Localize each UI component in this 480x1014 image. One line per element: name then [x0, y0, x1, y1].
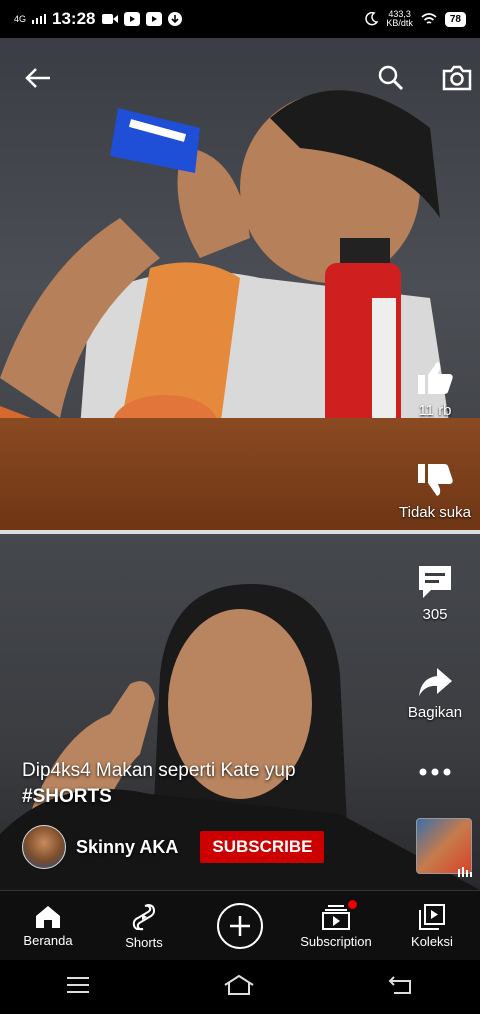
return-icon [388, 975, 411, 994]
subscriptions-icon [322, 904, 350, 930]
more-dots-icon [419, 768, 451, 776]
home-system-button[interactable] [223, 974, 255, 1001]
nav-item-beranda[interactable]: Beranda [3, 905, 93, 948]
share-icon [419, 668, 452, 696]
back-arrow-icon [25, 68, 50, 88]
nav-item-create[interactable] [195, 903, 285, 949]
download-notification-icon [167, 12, 182, 26]
back-system-button[interactable] [388, 975, 414, 1000]
nav-item-koleksi[interactable]: Koleksi [387, 903, 477, 949]
shorts-icon [132, 903, 156, 930]
speed-unit: KB/dtk [386, 18, 413, 28]
back-button[interactable] [20, 60, 56, 96]
network-speed: 433,3 KB/dtk [386, 10, 413, 28]
create-button[interactable] [217, 903, 263, 949]
nav-label-beranda: Beranda [23, 932, 73, 948]
system-navigation-bar [0, 960, 480, 1014]
sound-thumbnail[interactable] [416, 818, 472, 874]
status-right: 433,3 KB/dtk 78 [364, 10, 466, 28]
status-bar: 4G 13:28 433,3 KB/dtk 78 [0, 0, 480, 38]
create-icon [230, 916, 250, 936]
like-count: 11 rb [418, 402, 452, 419]
moon-icon [365, 12, 379, 26]
dislike-button[interactable]: Tidak suka [390, 462, 480, 521]
channel-row: Skinny AKA SUBSCRIBE [22, 825, 325, 869]
comment-button[interactable]: 305 [390, 564, 480, 623]
like-button[interactable]: 11 rb [390, 360, 480, 419]
thumbs-down-icon [418, 464, 453, 496]
thumbs-up-icon [418, 362, 453, 394]
caption-hashtag[interactable]: #SHORTS [22, 784, 296, 810]
caption-title: Dip4ks4 Makan seperti Kate yup [22, 760, 296, 781]
video-caption[interactable]: Dip4ks4 Makan seperti Kate yup #SHORTS [22, 758, 296, 810]
subscribe-button[interactable]: SUBSCRIBE [200, 831, 325, 863]
youtube-notification-icon [123, 12, 140, 26]
library-icon [419, 903, 445, 930]
more-options-button[interactable] [390, 766, 480, 778]
menu-icon [67, 976, 90, 993]
battery-indicator: 78 [444, 11, 466, 27]
wifi-icon [421, 13, 437, 24]
action-column: 11 rb Tidak suka 305 Bagikan [390, 38, 480, 890]
nav-label-koleksi: Koleksi [411, 933, 453, 949]
bottom-navigation: Beranda Shorts Subscription Koleksi [0, 890, 480, 961]
home-icon [36, 905, 60, 928]
share-button[interactable]: Bagikan [390, 666, 480, 721]
nav-label-subscription: Subscription [300, 933, 372, 949]
recent-apps-button[interactable] [66, 976, 90, 999]
channel-avatar[interactable] [22, 825, 66, 869]
nav-item-shorts[interactable]: Shorts [99, 903, 189, 950]
clock: 13:28 [52, 9, 96, 28]
status-left: 4G 13:28 [14, 9, 182, 29]
audio-wave-icon [458, 867, 472, 880]
nav-item-subscription[interactable]: Subscription [291, 899, 381, 949]
youtube-notification-icon-2 [145, 12, 162, 26]
channel-name[interactable]: Skinny AKA [76, 837, 178, 858]
share-label: Bagikan [407, 704, 463, 721]
network-indicator: 4G [14, 14, 27, 24]
comment-icon [419, 566, 451, 598]
comment-count: 305 [422, 606, 448, 623]
dislike-label: Tidak suka [399, 504, 471, 521]
nav-label-shorts: Shorts [125, 934, 163, 950]
new-content-dot [348, 899, 357, 909]
shorts-video-player[interactable]: 11 rb Tidak suka 305 Bagikan Dip4ks4 Mak… [0, 38, 480, 890]
signal-icon [32, 14, 47, 24]
home-outline-icon [224, 974, 254, 995]
video-notification-icon [101, 14, 118, 24]
